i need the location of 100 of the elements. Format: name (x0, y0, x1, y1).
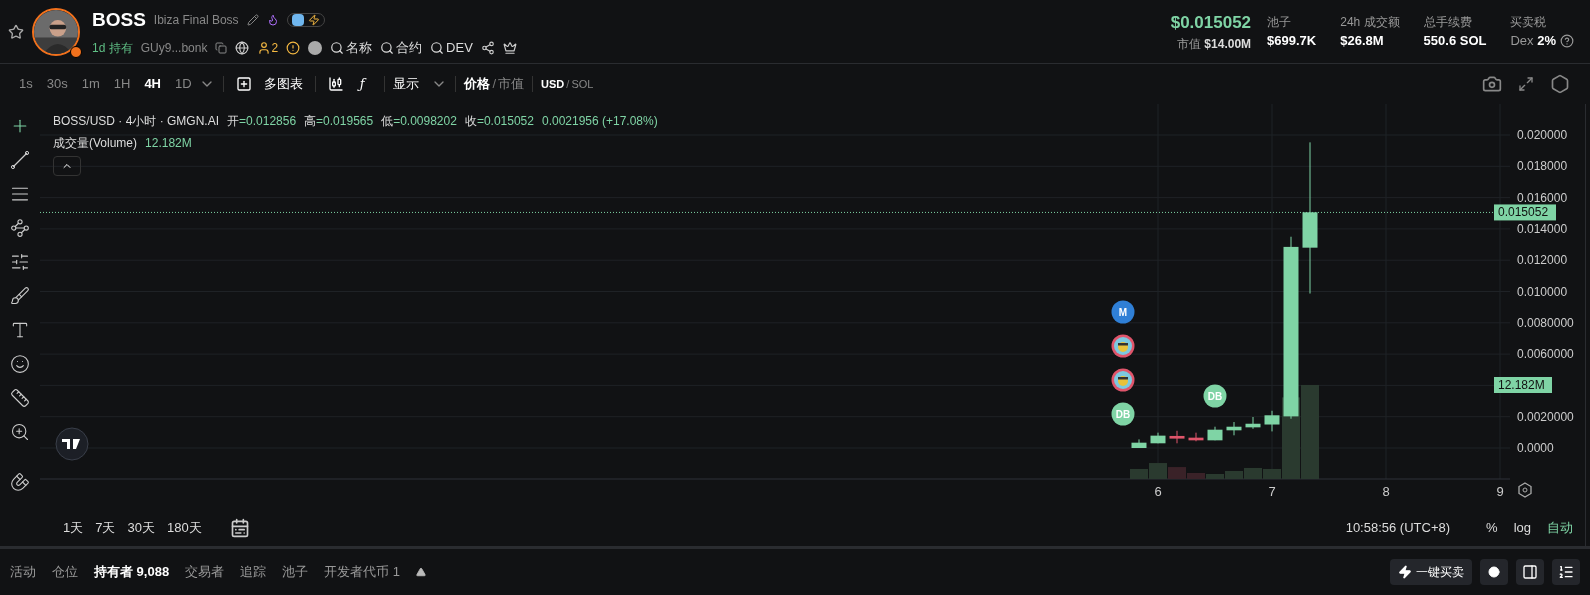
time-axis-label: 8 (1382, 484, 1390, 499)
expand-icon[interactable] (1518, 76, 1534, 92)
search-link[interactable]: DEV (430, 38, 473, 58)
help-icon[interactable] (1560, 33, 1574, 48)
price-axis-label: 0.0020000 (1517, 409, 1574, 424)
scale-option[interactable]: % (1486, 518, 1498, 538)
price-axis-label: 0.0000 (1517, 441, 1554, 455)
calendar-icon[interactable] (229, 518, 250, 538)
globe-icon[interactable] (235, 40, 250, 55)
stat-label: 总手续费 (1423, 13, 1473, 31)
separator: / (566, 76, 570, 92)
candle (1150, 432, 1166, 444)
bottom-tab[interactable]: 持有者 9,088 (94, 562, 170, 582)
stat-value: $699.7K (1267, 31, 1317, 50)
search-link[interactable]: 名称 (330, 38, 373, 58)
currency-toggle[interactable]: SOL (571, 75, 594, 93)
settings-icon[interactable] (1550, 74, 1570, 94)
token-symbol: BOSS (92, 7, 146, 32)
candles-icon[interactable] (327, 76, 344, 92)
display-dropdown[interactable]: 显示 (393, 74, 448, 94)
candle (1188, 432, 1204, 442)
camera-icon[interactable] (1482, 74, 1502, 94)
scale-option[interactable]: log (1513, 518, 1531, 538)
price-axis-label: 0.010000 (1517, 284, 1568, 299)
panel-button[interactable] (1516, 559, 1544, 585)
range-button[interactable]: 180天 (166, 518, 202, 538)
search-icon (380, 40, 395, 55)
time-axis-label: 9 (1496, 484, 1504, 499)
ohlc-value: 开=0.012856 (227, 113, 297, 130)
magnet-icon[interactable] (10, 472, 30, 492)
bottom-tab[interactable]: 活动 (10, 562, 36, 582)
candle (1226, 421, 1242, 436)
price-mode-toggle[interactable]: 价格 (464, 74, 491, 94)
volume-tag: 12.182M (1494, 377, 1552, 393)
candle (1264, 410, 1280, 432)
bolt-icon (1398, 565, 1412, 579)
bottom-tab[interactable]: 开发者代币 1 (324, 562, 400, 582)
interval-tab[interactable]: 1s (12, 74, 40, 94)
sliders-icon[interactable] (10, 252, 30, 272)
volume-value: 12.182M (145, 135, 192, 152)
text-tool-icon[interactable] (10, 320, 30, 340)
volume-label: 成交量(Volume) (53, 135, 138, 152)
tag-icon (291, 13, 304, 26)
smiley-icon[interactable] (10, 354, 30, 374)
trade-marker[interactable]: M (1111, 300, 1135, 324)
zoom-in-icon[interactable] (10, 422, 30, 442)
search-icon (430, 40, 445, 55)
bottom-tab[interactable]: 交易者 (185, 562, 225, 582)
range-button[interactable]: 30天 (127, 518, 155, 538)
ruler-icon[interactable] (10, 388, 30, 408)
bottom-tab[interactable]: 池子 (282, 562, 309, 582)
interval-tab[interactable]: 1H (106, 74, 138, 94)
time-axis-label: 6 (1154, 484, 1162, 499)
collapse-button[interactable] (53, 156, 81, 176)
expand-up-icon[interactable] (416, 567, 426, 577)
token-price: $0.015052 (1170, 11, 1252, 34)
ordered-list-icon (1558, 564, 1574, 580)
token-name: Ibiza Final Boss (153, 11, 239, 29)
brush-icon[interactable] (10, 286, 30, 306)
candle (1207, 426, 1223, 441)
stat-label: 24h 成交额 (1340, 13, 1400, 31)
range-button[interactable]: 1天 (63, 518, 84, 538)
interval-tab[interactable]: 30s (39, 74, 75, 94)
age-label: 1d 持有 (92, 39, 133, 57)
candle (1245, 416, 1261, 430)
candle (1131, 438, 1147, 449)
bottom-tab[interactable]: 追踪 (240, 562, 267, 582)
indicators-button[interactable]: ƒ (359, 74, 365, 94)
copy-icon[interactable] (215, 41, 228, 54)
share-icon[interactable] (480, 40, 495, 55)
flame-icon (266, 13, 279, 26)
interval-tab[interactable]: 1m (74, 74, 107, 94)
bottom-tab[interactable]: 仓位 (52, 562, 78, 582)
multi-chart-button[interactable]: 多图表 (231, 74, 307, 94)
price-axis-label: 0.0080000 (1517, 315, 1574, 330)
side-panel-icon (1522, 564, 1538, 580)
time-settings-icon[interactable] (1518, 482, 1532, 498)
price-axis-label: 0.020000 (1517, 128, 1568, 142)
currency-toggle[interactable]: USD (541, 75, 565, 93)
crown-icon[interactable] (502, 40, 517, 55)
price-tag: 0.015052 (1494, 204, 1556, 221)
edit-icon[interactable] (246, 13, 259, 26)
legend-title: BOSS/USD · 4小时 · GMGN.AI (53, 113, 220, 130)
price-mode-toggle[interactable]: 市值 (498, 74, 525, 94)
price-axis-label: 0.012000 (1517, 253, 1568, 268)
stat-label: 池子 (1267, 13, 1293, 31)
interval-tab[interactable]: 1D (168, 74, 199, 94)
price-axis-label: 0.016000 (1517, 190, 1568, 205)
quick-trade-button[interactable]: 一键买卖 (1390, 559, 1472, 585)
range-button[interactable]: 7天 (95, 518, 116, 538)
pattern-icon[interactable] (10, 218, 30, 238)
interval-tab[interactable]: 4H (137, 74, 168, 94)
search-link[interactable]: 合约 (380, 38, 423, 58)
candle (1169, 430, 1185, 444)
bubbles-button[interactable] (1480, 559, 1508, 585)
stat-value: Dex 2% (1510, 31, 1556, 50)
scale-option[interactable]: 自动 (1547, 518, 1573, 538)
favorite-star-icon[interactable] (8, 23, 24, 40)
list-button[interactable] (1552, 559, 1580, 585)
line-icon[interactable] (10, 150, 30, 170)
